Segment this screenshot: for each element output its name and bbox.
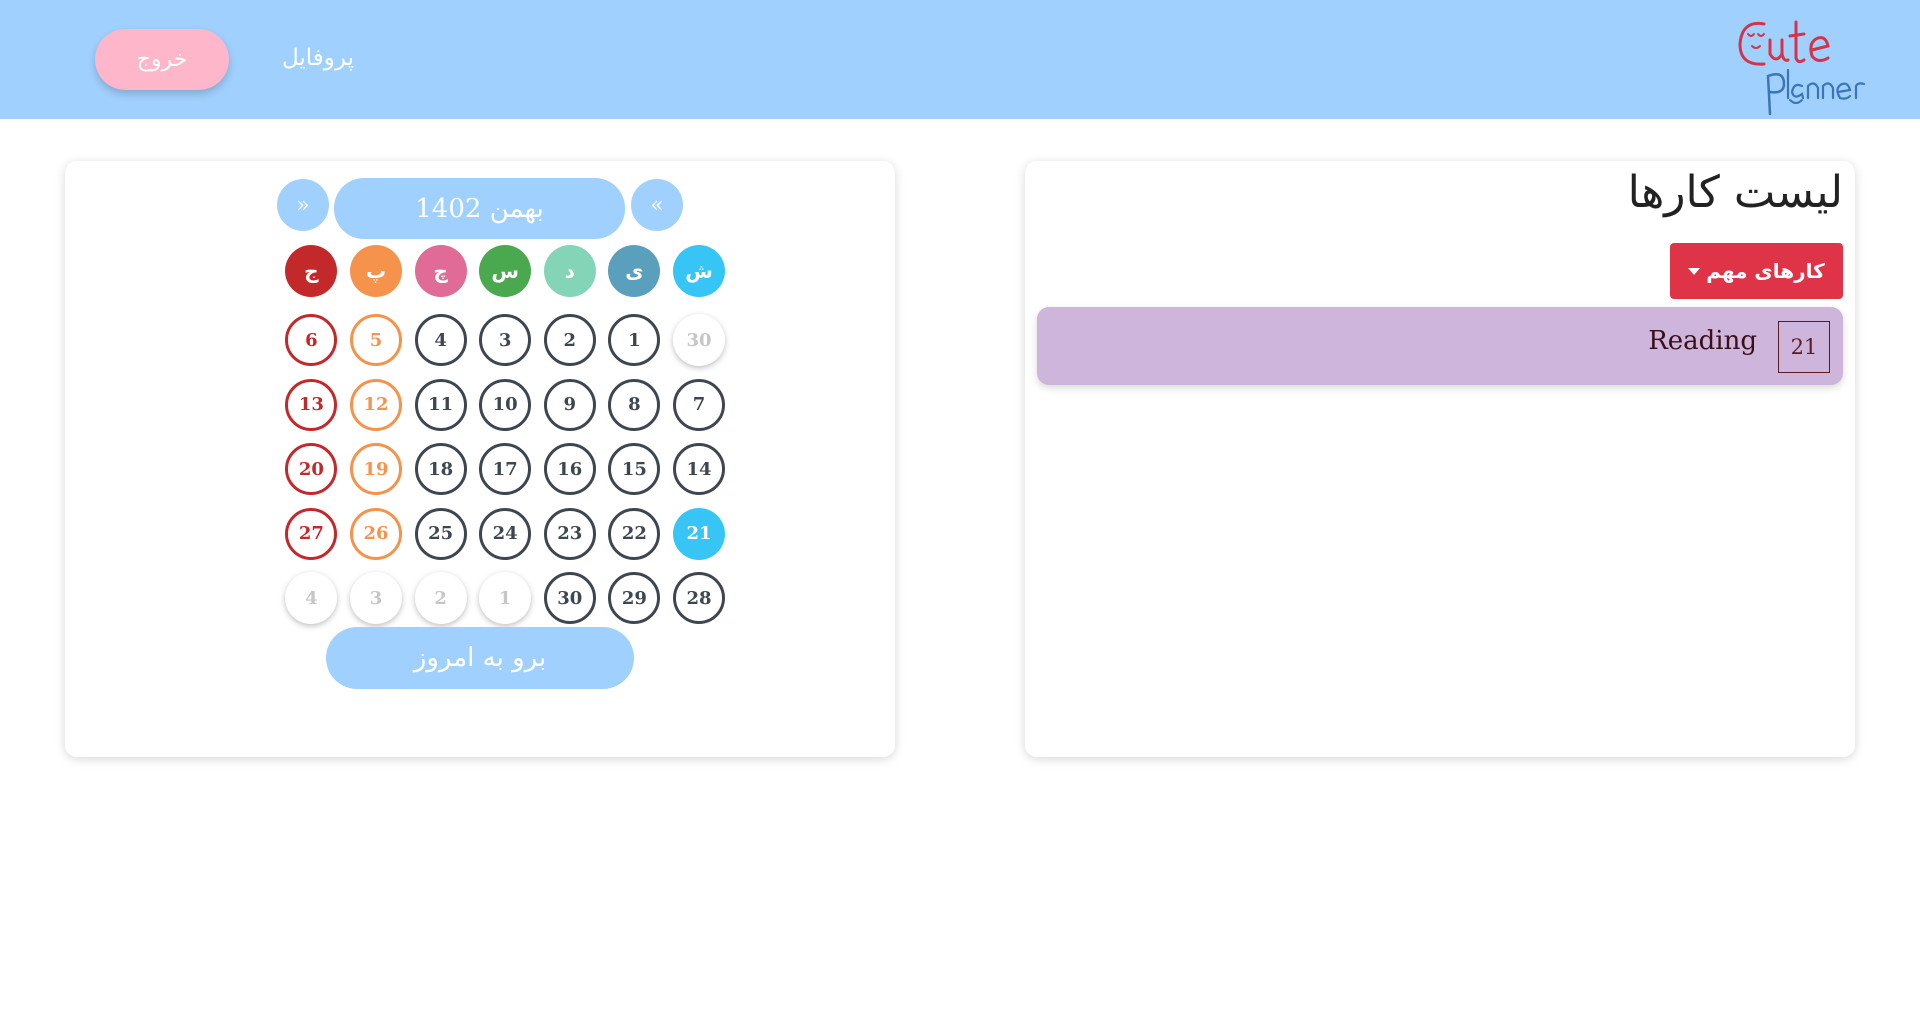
calendar-day[interactable]: 4 [414,314,467,366]
calendar-day[interactable]: 7 [673,378,725,431]
profile-link[interactable]: پروفایل [268,38,368,78]
logout-button[interactable]: خروج [95,29,229,90]
prev-month-button[interactable]: « [631,179,683,231]
navbar: خروج پروفایل [0,0,1920,119]
calendar-day-today[interactable]: 21 [673,507,725,560]
weekday-label: چ [414,245,467,297]
weekday-label: پ [350,245,402,297]
calendar-day[interactable]: 3 [479,314,532,366]
calendar-day[interactable]: 5 [350,314,402,366]
weekday-label: ج [285,245,338,297]
calendar-day[interactable]: 23 [543,507,596,560]
calendar-day[interactable]: 18 [414,443,467,495]
calendar-day[interactable]: 24 [479,507,532,560]
next-month-button[interactable]: » [277,179,329,231]
calendar-day[interactable]: 2 [414,572,467,624]
calendar-day[interactable]: 10 [479,378,532,431]
calendar-day[interactable]: 11 [414,378,467,431]
calendar-day[interactable]: 26 [350,507,402,560]
go-to-today-button[interactable]: برو به امروز [326,627,634,689]
todo-card: لیست کارها کارهای مهم 21 Reading [1025,161,1855,757]
calendar-day[interactable]: 9 [543,378,596,431]
calendar-day[interactable]: 19 [350,443,402,495]
calendar-day[interactable]: 8 [608,378,661,431]
cute-planner-logo[interactable] [1728,6,1868,116]
calendar-day[interactable]: 13 [285,378,338,431]
calendar-day[interactable]: 27 [285,507,338,560]
month-title: بهمن 1402 [334,178,625,239]
weekday-label: ی [608,245,661,297]
calendar-day[interactable]: 25 [414,507,467,560]
weekday-label: س [479,245,532,297]
calendar-day[interactable]: 22 [608,507,661,560]
calendar-day[interactable]: 1 [608,314,661,366]
calendar-day[interactable]: 30 [543,572,596,624]
important-tasks-dropdown[interactable]: کارهای مهم [1670,243,1843,299]
calendar-day[interactable]: 4 [285,572,338,624]
calendar-day[interactable]: 28 [673,572,725,624]
logo-face-icon [1738,20,1830,66]
calendar-day[interactable]: 14 [673,443,725,495]
calendar-day[interactable]: 17 [479,443,532,495]
todo-title: لیست کارها [1627,167,1843,218]
calendar-day[interactable]: 30 [673,314,725,366]
task-title: Reading [1648,326,1757,356]
weekday-label: ش [673,245,725,297]
calendar-day[interactable]: 6 [285,314,338,366]
logo-planner-icon [1766,68,1866,116]
task-day-badge: 21 [1778,321,1830,373]
calendar-day[interactable]: 20 [285,443,338,495]
caret-down-icon [1688,267,1701,275]
filter-label: کارهای مهم [1706,259,1825,283]
task-item[interactable]: 21 Reading [1037,307,1843,385]
calendar-day[interactable]: 1 [479,572,532,624]
calendar-day[interactable]: 29 [608,572,661,624]
calendar-day[interactable]: 16 [543,443,596,495]
calendar-card: » بهمن 1402 « شیدسچپج 30 1 2 3 4 5 6 7 8 9 10 11 12 1… [65,161,895,757]
calendar-day[interactable]: 2 [543,314,596,366]
calendar-day[interactable]: 12 [350,378,402,431]
calendar-day[interactable]: 3 [350,572,402,624]
weekday-label: د [543,245,596,297]
calendar-day[interactable]: 15 [608,443,661,495]
